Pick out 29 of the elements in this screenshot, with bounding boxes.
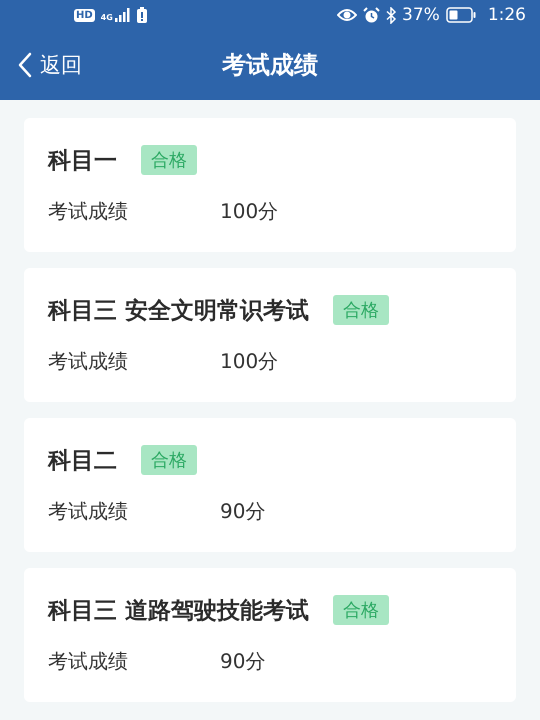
- score-label: 考试成绩: [48, 648, 129, 675]
- bluetooth-icon: [386, 6, 396, 24]
- score-value: 100分: [220, 348, 278, 375]
- chevron-left-icon: [18, 52, 32, 78]
- hd-icon: HD: [74, 8, 95, 22]
- score-value: 100分: [220, 198, 278, 225]
- eye-icon: [337, 8, 358, 22]
- clock-time: 1:26: [488, 5, 526, 25]
- back-button[interactable]: 返回: [18, 51, 82, 79]
- score-label: 考试成绩: [48, 498, 129, 525]
- alarm-icon: [363, 6, 380, 24]
- page-title: 考试成绩: [222, 50, 318, 81]
- battery-icon: [446, 7, 476, 23]
- status-badge: 合格: [333, 595, 390, 625]
- score-label: 考试成绩: [48, 198, 129, 225]
- subject-title: 科目二: [48, 446, 117, 476]
- status-badge: 合格: [141, 445, 197, 475]
- score-value: 90分: [220, 498, 266, 525]
- signal-icon: [114, 8, 131, 22]
- battery-alert-icon: [136, 7, 147, 23]
- score-label: 考试成绩: [48, 348, 129, 375]
- subject-title: 科目三 道路驾驶技能考试: [48, 596, 310, 626]
- subject-title: 科目一: [48, 146, 117, 176]
- subject-title: 科目三 安全文明常识考试: [48, 296, 310, 326]
- battery-percent: 37%: [402, 5, 440, 25]
- status-badge: 合格: [141, 145, 197, 175]
- network-type: 4G: [100, 13, 113, 22]
- score-value: 90分: [220, 648, 266, 675]
- status-badge: 合格: [333, 295, 390, 325]
